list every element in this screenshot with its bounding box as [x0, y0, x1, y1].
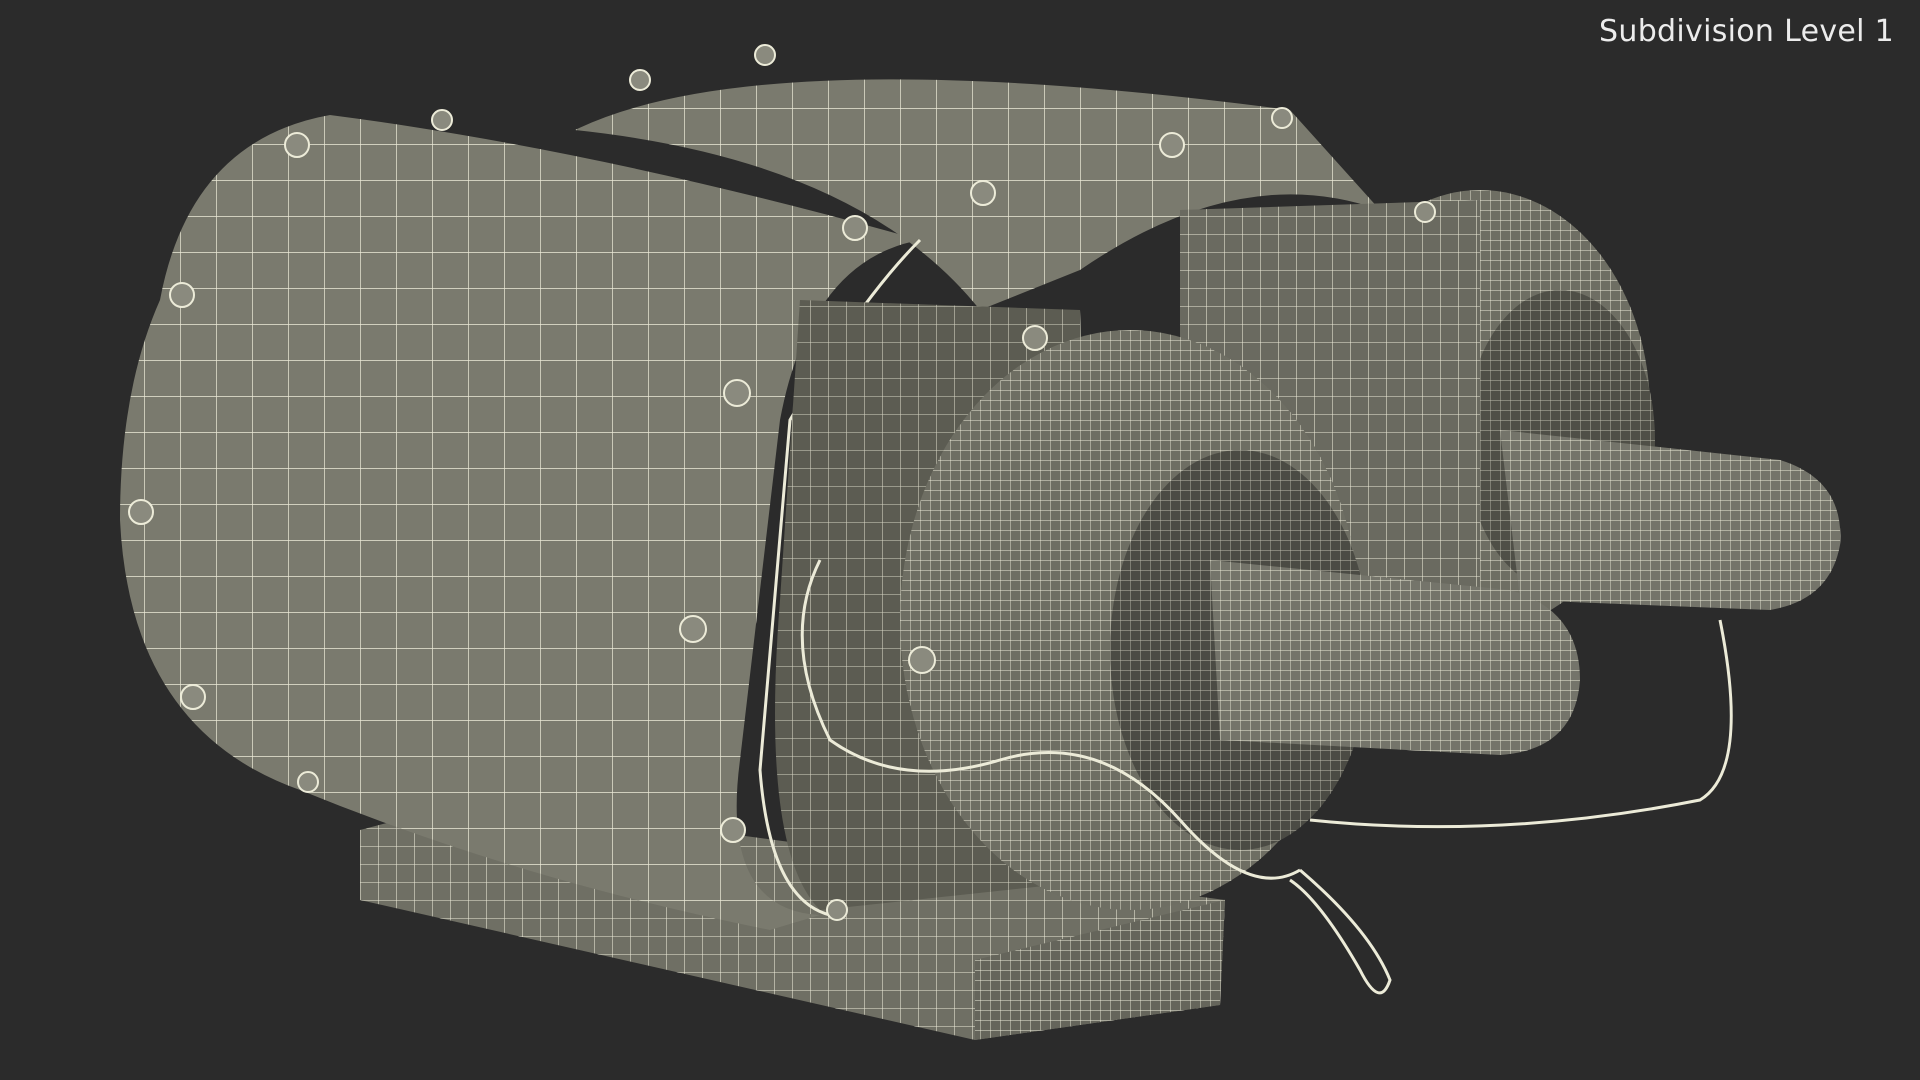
- viewport[interactable]: Subdivision Level 1: [0, 0, 1920, 1080]
- rear-nozzle: [1500, 430, 1841, 610]
- jet-engine-wireframe-icon: [120, 44, 1841, 1040]
